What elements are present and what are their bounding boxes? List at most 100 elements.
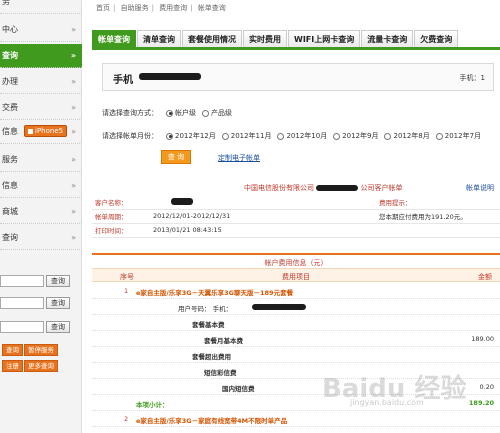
fee-row-item: e家自主版/乐享3G－天翼乐享3G聊天版－189元套餐 xyxy=(136,289,294,297)
breadcrumb-self-service[interactable]: 自助服务 xyxy=(121,4,149,12)
method-option-account[interactable]: 帐户级 xyxy=(166,108,196,118)
radio-checked-icon[interactable] xyxy=(166,132,173,140)
side-button-d[interactable]: 更多查询 xyxy=(24,360,58,372)
side-query-button-2[interactable]: 查询 xyxy=(46,297,70,309)
redacted-user-number xyxy=(252,304,306,310)
custom-e-bill-link[interactable]: 定制电子帐单 xyxy=(218,153,260,163)
col-header-item: 费用项目 xyxy=(282,273,310,281)
method-option-label: 产品级 xyxy=(211,109,232,117)
month-option-2012-12[interactable]: 2012年12月 xyxy=(166,131,216,141)
radio-unchecked-icon[interactable] xyxy=(277,132,285,140)
month-option-label: 2012年8月 xyxy=(393,132,430,140)
side-query-row-3: 查询 xyxy=(0,320,80,334)
sidebar-item-query-active[interactable]: 查询 » xyxy=(0,44,82,68)
tab-arrears-query[interactable]: 欠费查询 xyxy=(414,30,459,47)
method-option-product[interactable]: 产品级 xyxy=(202,108,232,118)
iphone5-badge[interactable]: iPhone5 xyxy=(24,125,68,137)
breadcrumb: 首页 | 自助服务 | 费用查询 | 帐单查询 xyxy=(96,3,226,13)
sidebar-item-info2[interactable]: 信息 » xyxy=(0,174,82,198)
phone-info-box: 手机 手机：1 xyxy=(102,63,494,91)
breadcrumb-home[interactable]: 首页 xyxy=(96,4,110,12)
sidebar-item-label: 商城 xyxy=(2,207,18,216)
sidebar-item-label: 务 xyxy=(2,0,10,6)
radio-unchecked-icon[interactable] xyxy=(384,132,392,140)
chevron-right-icon: » xyxy=(70,51,76,60)
fee-row: 1 e家自主版/乐享3G－天翼乐享3G聊天版－189元套餐 xyxy=(92,283,500,299)
sidebar-item-label: 办理 xyxy=(2,77,18,86)
month-option-2012-07[interactable]: 2012年7月 xyxy=(435,131,481,141)
phone-label: 手机 xyxy=(113,75,133,86)
bill-period-label: 帐单周期： xyxy=(92,209,150,224)
sidebar-item-label: 查询 xyxy=(2,233,18,242)
radio-unchecked-icon[interactable] xyxy=(333,132,341,140)
sidebar-item-service[interactable]: 务 xyxy=(0,0,82,14)
side-button-b[interactable]: 暂停服务 xyxy=(24,344,58,356)
radio-unchecked-icon[interactable] xyxy=(435,132,443,140)
bill-month-label: 请选择帐单月份： xyxy=(102,132,158,140)
fee-tip-text: 您本期应付费用为191.20元。 xyxy=(376,209,500,224)
query-button[interactable]: 查 询 xyxy=(161,150,191,164)
sidebar-item-label: 服务 xyxy=(2,155,18,164)
method-option-label: 帐户级 xyxy=(175,109,196,117)
customer-name-value xyxy=(150,195,376,210)
tab-package-usage[interactable]: 套餐使用情况 xyxy=(182,30,242,47)
fee-row-item: 短信彩信费 xyxy=(204,369,237,377)
tab-bill-query[interactable]: 帐单查询 xyxy=(92,30,136,47)
month-option-2012-09[interactable]: 2012年9月 xyxy=(333,131,378,141)
col-header-no: 序号 xyxy=(120,273,134,281)
side-query-input-1[interactable] xyxy=(0,275,44,287)
bill-title-suffix: 公司客户帐单 xyxy=(360,184,403,192)
chevron-right-icon: » xyxy=(71,127,76,136)
print-time-value: 2013/01/21 08:43:15 xyxy=(150,223,376,238)
month-option-2012-08[interactable]: 2012年8月 xyxy=(384,131,430,141)
bill-explanation-link[interactable]: 帐单说明 xyxy=(466,183,494,193)
query-method-label: 请选择查询方式： xyxy=(102,109,158,117)
fee-row-number: 2 xyxy=(124,415,129,423)
chevron-right-icon: » xyxy=(71,77,76,86)
side-query-button-1[interactable]: 查询 xyxy=(46,275,70,287)
month-option-label: 2012年11月 xyxy=(230,132,272,140)
col-header-amount: 金额 xyxy=(478,273,492,281)
fee-row: 2 e家自主版/乐享3G－家庭有线宽带4M不限时单产品 xyxy=(92,411,500,427)
sidebar-item-query2[interactable]: 查询 » xyxy=(0,226,82,250)
sidebar-item-mall[interactable]: 商城 » xyxy=(0,200,82,224)
side-query-row-2: 查询 xyxy=(0,296,80,310)
side-button-c[interactable]: 注册 xyxy=(2,360,23,372)
side-query-button-3[interactable]: 查询 xyxy=(46,321,70,333)
side-button-a[interactable]: 查询 xyxy=(2,344,23,356)
breadcrumb-fee-query[interactable]: 费用查询 xyxy=(159,4,187,12)
tab-realtime-fee[interactable]: 实时费用 xyxy=(243,30,287,47)
fee-row-item: e家自主版/乐享3G－家庭有线宽带4M不限时单产品 xyxy=(136,417,288,425)
tab-wifi-card-query[interactable]: WIFI上网卡查询 xyxy=(288,30,361,47)
month-option-label: 2012年10月 xyxy=(286,132,328,140)
chevron-right-icon: » xyxy=(71,155,76,164)
sidebar-item-handle[interactable]: 办理 » xyxy=(0,70,82,94)
radio-unchecked-icon[interactable] xyxy=(202,109,209,117)
sidebar-item-pay[interactable]: 交费 » xyxy=(0,96,82,120)
fee-row-amount: 189.00 xyxy=(471,335,494,343)
breadcrumb-separator: | xyxy=(151,4,154,12)
chevron-right-icon: » xyxy=(71,25,76,34)
month-option-2012-11[interactable]: 2012年11月 xyxy=(221,131,272,141)
sidebar-item-label: 查询 xyxy=(2,51,18,60)
sidebar-item-info[interactable]: 信息 iPhone5» xyxy=(0,120,82,144)
radio-unchecked-icon[interactable] xyxy=(221,132,229,140)
radio-checked-icon[interactable] xyxy=(166,109,173,117)
sidebar-item-center[interactable]: 中心 » xyxy=(0,18,82,42)
redacted-phone-number xyxy=(139,73,201,80)
table-row: 帐单周期： 2012/12/01-2012/12/31 您本期应付费用为191.… xyxy=(92,209,500,224)
chevron-right-icon: » xyxy=(71,103,76,112)
side-query-row-1: 查询 xyxy=(0,274,80,288)
side-query-input-2[interactable] xyxy=(0,297,44,309)
tab-detail-query[interactable]: 清单查询 xyxy=(137,30,181,47)
month-option-2012-10[interactable]: 2012年10月 xyxy=(277,131,327,141)
fee-row-item: 套餐月基本费 xyxy=(204,337,243,345)
sidebar-item-service2[interactable]: 服务 » xyxy=(0,148,82,172)
fee-row-number: 1 xyxy=(124,287,129,295)
bill-month-row: 请选择帐单月份： 2012年12月 2012年11月 2012年10月 2012… xyxy=(102,131,487,141)
sidebar-item-label: 信息 xyxy=(2,181,18,190)
tab-data-card-query[interactable]: 流量卡查询 xyxy=(361,30,414,47)
table-row: 客户名称： 费用提示： xyxy=(92,195,500,210)
side-query-input-3[interactable] xyxy=(0,321,44,333)
breadcrumb-separator: | xyxy=(113,4,116,12)
